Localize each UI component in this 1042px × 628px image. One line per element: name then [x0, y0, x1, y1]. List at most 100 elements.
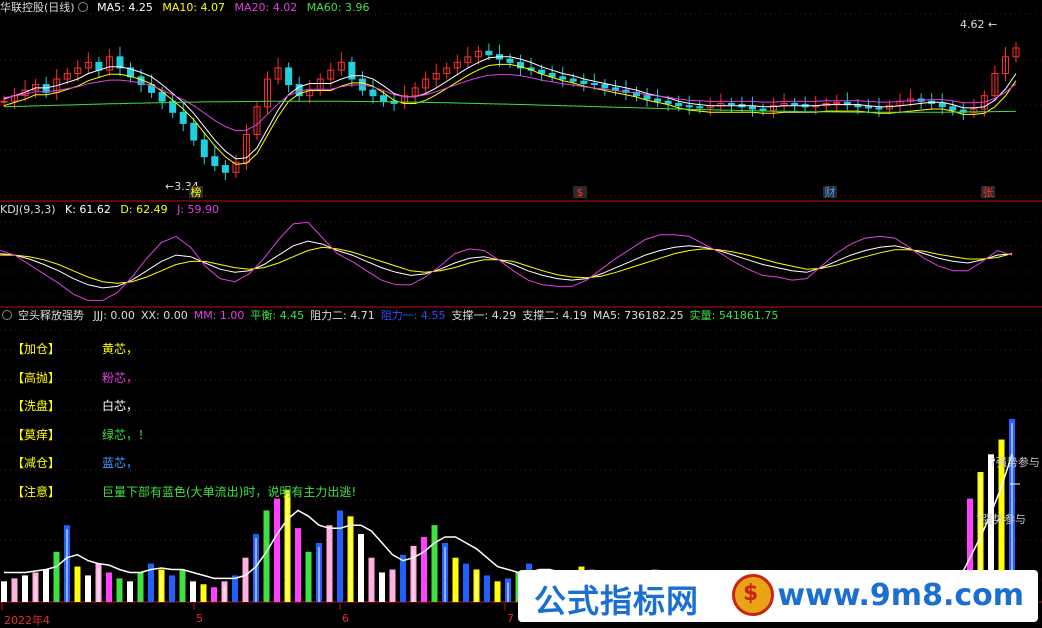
note-tag: 【洗盘】 [12, 399, 61, 413]
watermark-banner: 公式指标网 $ www.9m8.com [518, 570, 1038, 622]
candle-body [211, 156, 219, 167]
volume-bar-core [318, 546, 320, 602]
note-text: 粉芯， [102, 370, 139, 385]
volume-bar [452, 557, 459, 602]
kdj-line-j [0, 221, 1013, 301]
volume-bar-core [507, 582, 509, 602]
volume-bar-core [97, 567, 100, 602]
settings-circle-icon[interactable] [77, 2, 88, 12]
watermark-url: www.9m8.com [777, 578, 1024, 613]
volume-bar-core [66, 529, 68, 602]
volume-bar-core [129, 585, 131, 602]
candle-body [506, 58, 514, 63]
candle-body [369, 89, 377, 97]
volume-bar-core [286, 493, 289, 602]
candle-body [685, 105, 693, 108]
note-row: 【减仓】 蓝芯， [12, 454, 138, 472]
volume-bar [179, 569, 186, 602]
kdj-line-k [0, 240, 1013, 289]
watermark-text: 公式指标网 [534, 582, 700, 620]
candle-body [569, 78, 577, 82]
stock-chart-window: 4.62 ← ←3.34 榜 $ 财张 ?强势参与 ?强势参与 华联控股(日线) MA5: … [0, 0, 1042, 627]
volume-bar [169, 575, 175, 602]
indicator-panel-header: 空头释放强势 JJJ: 0.00 XX: 0.00 MM: 1.00 平衡: 4.45… [0, 308, 784, 324]
candle-body [485, 50, 493, 56]
candle-body [675, 102, 683, 107]
candle-body [643, 95, 651, 100]
volume-bar [295, 528, 301, 602]
volume-bar [274, 498, 280, 602]
volume-bar [22, 575, 28, 602]
candle-body [601, 84, 609, 89]
volume-bar [368, 557, 375, 602]
note-row: 【加仓】 黄芯， [12, 340, 138, 358]
event-mark: 财 [825, 185, 836, 199]
volume-bar [232, 575, 238, 602]
indicator-value: 平衡: 4.45 [250, 309, 305, 322]
candle-body [748, 106, 756, 110]
strong-participation-label: ?强势参与 [976, 512, 1026, 526]
note-row: 【注意】 巨量下部有蓝色(大单流出)时，说明有主力出逃! [12, 483, 356, 501]
candle-body [380, 95, 387, 102]
event-mark: $ [577, 186, 584, 199]
indicator-value: MA5: 736182.25 [592, 309, 684, 322]
indicator-value: 支撑一: 4.29 [451, 309, 517, 322]
volume-bar-core [255, 538, 257, 602]
volume-bar [263, 510, 270, 602]
volume-bar [200, 584, 207, 602]
note-text: 白芯， [102, 399, 139, 413]
ma60-label: MA60: 3.96 [306, 1, 370, 14]
volume-bar [43, 569, 49, 602]
candle-body [727, 102, 735, 106]
watermark-logo-icon: $ [732, 574, 774, 616]
candle-body [938, 102, 946, 108]
indicator-value: 实量: 541861.75 [689, 309, 779, 322]
kdj-name: KDJ(9,3,3) [0, 203, 56, 216]
candle-body [590, 82, 598, 86]
candle-body [190, 122, 198, 141]
volume-bar [53, 551, 60, 602]
strong-participation-label: ?强势参与 [990, 455, 1040, 469]
indicator-value: JJJ: 0.00 [93, 309, 135, 322]
event-mark: 张 [983, 186, 994, 199]
volume-bar [74, 566, 81, 602]
indicator-value: 支撑二: 4.19 [522, 309, 587, 322]
kdj-j-value: J: 59.90 [177, 203, 220, 216]
indicator-value: XX: 0.00 [140, 309, 188, 322]
note-text: 巨量下部有蓝色(大单流出)时，说明有主力出逃! [102, 484, 357, 499]
candle-body [875, 107, 883, 110]
candle-body [95, 61, 103, 71]
candle-body [791, 102, 799, 106]
note-tag: 【莫痒】 [12, 427, 61, 442]
volume-bar [211, 587, 217, 602]
volume-bar-core [475, 573, 478, 602]
volume-bar-core [223, 585, 226, 602]
stock-name-label: 华联控股(日线) [0, 1, 75, 14]
volume-bar [421, 537, 427, 602]
ma10-label: MA10: 4.07 [162, 1, 226, 14]
candle-body [221, 165, 229, 173]
candle-body [664, 100, 672, 104]
volume-bar [137, 572, 144, 602]
main-panel-header: 华联控股(日线) MA5: 4.25 MA10: 4.07 MA20: 4.02… [0, 0, 375, 16]
volume-bar [400, 554, 406, 602]
candle-body [759, 108, 767, 111]
note-text: 绿芯，！ [102, 427, 151, 442]
indicator-settings-icon[interactable] [2, 310, 12, 320]
ma5-label: MA5: 4.25 [97, 1, 153, 14]
volume-bar [358, 534, 364, 602]
ma-line-ma5 [3, 56, 1017, 160]
candle-body [0, 100, 8, 103]
volume-bar-core [3, 585, 5, 602]
volume-bar [305, 551, 312, 602]
volume-bar [242, 557, 249, 602]
indicator-value: 阻力二: 4.71 [310, 309, 375, 322]
volume-bar [11, 578, 18, 602]
volume-bar [484, 575, 490, 602]
note-text: 蓝芯， [102, 456, 139, 470]
x-axis-label: 6 [342, 612, 349, 625]
x-axis-label: 2022年4 [4, 614, 50, 627]
ma-line-ma60 [3, 100, 1017, 113]
note-tag: 【减仓】 [12, 456, 61, 470]
volume-bar [326, 525, 333, 602]
